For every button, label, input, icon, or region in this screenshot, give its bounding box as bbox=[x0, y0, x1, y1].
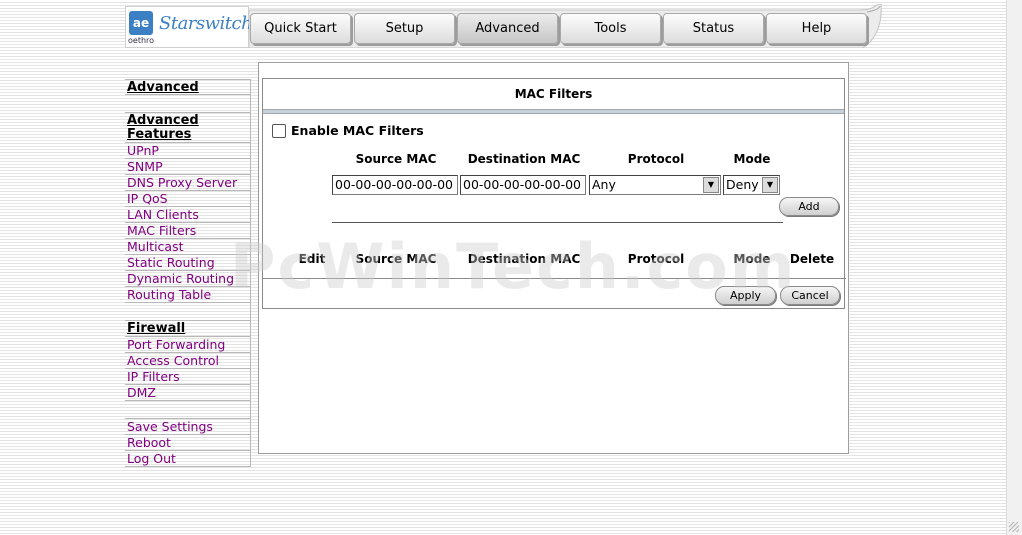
logo-mark: ae bbox=[129, 11, 153, 35]
sidebar-heading-firewall[interactable]: Firewall bbox=[125, 321, 251, 337]
sidebar-heading-advanced-features[interactable]: Advanced Features bbox=[125, 113, 251, 143]
sidebar-item-dns-proxy-server[interactable]: DNS Proxy Server bbox=[125, 175, 251, 191]
chevron-down-icon[interactable]: ▼ bbox=[762, 177, 778, 193]
sidebar-item-routing-table[interactable]: Routing Table bbox=[125, 287, 251, 303]
add-button[interactable]: Add bbox=[779, 197, 839, 216]
protocol-select-value: Any bbox=[592, 177, 616, 192]
top-navigation: Quick Start Setup Advanced Tools Status … bbox=[249, 4, 883, 48]
vertical-scrollbar[interactable] bbox=[1006, 0, 1022, 535]
sidebar-spacer bbox=[125, 401, 251, 419]
table-header-delete: Delete bbox=[789, 252, 835, 266]
table-header-edit: Edit bbox=[298, 252, 326, 266]
brand-logo: ae oethro Starswitch bbox=[125, 6, 253, 48]
tab-status[interactable]: Status bbox=[663, 13, 764, 44]
title-separator bbox=[263, 109, 844, 114]
sidebar-item-lan-clients[interactable]: LAN Clients bbox=[125, 207, 251, 223]
sidebar-item-port-forwarding[interactable]: Port Forwarding bbox=[125, 337, 251, 353]
sidebar-item-upnp[interactable]: UPnP bbox=[125, 143, 251, 159]
main-content: MAC Filters Enable MAC Filters Source MA… bbox=[258, 62, 849, 454]
enable-mac-filters-row: Enable MAC Filters bbox=[272, 123, 424, 138]
form-header-mode: Mode bbox=[733, 152, 771, 166]
table-header-mode: Mode bbox=[733, 252, 771, 266]
sidebar-item-save-settings[interactable]: Save Settings bbox=[125, 419, 251, 435]
form-header-destination-mac: Destination MAC bbox=[467, 152, 581, 166]
sidebar-item-dmz[interactable]: DMZ bbox=[125, 385, 251, 401]
tab-quick-start[interactable]: Quick Start bbox=[250, 13, 351, 44]
chevron-down-icon[interactable]: ▼ bbox=[703, 177, 719, 193]
sidebar-item-dynamic-routing[interactable]: Dynamic Routing bbox=[125, 271, 251, 287]
sidebar-item-reboot[interactable]: Reboot bbox=[125, 435, 251, 451]
sidebar-spacer bbox=[125, 303, 251, 321]
sidebar-item-log-out[interactable]: Log Out bbox=[125, 451, 251, 467]
logo-wordmark: Starswitch bbox=[159, 13, 253, 34]
mac-filters-panel: MAC Filters Enable MAC Filters Source MA… bbox=[262, 78, 846, 309]
tab-tools[interactable]: Tools bbox=[560, 13, 661, 44]
sidebar-menu: Advanced Advanced Features UPnP SNMP DNS… bbox=[125, 79, 251, 467]
sidebar-item-ip-qos[interactable]: IP QoS bbox=[125, 191, 251, 207]
logo-subtext: oethro bbox=[128, 36, 155, 45]
sidebar-heading-advanced[interactable]: Advanced bbox=[125, 79, 251, 95]
enable-mac-filters-checkbox[interactable] bbox=[272, 123, 286, 138]
tab-setup[interactable]: Setup bbox=[354, 13, 455, 44]
tab-advanced[interactable]: Advanced bbox=[457, 13, 558, 44]
apply-button[interactable]: Apply bbox=[715, 286, 776, 305]
sidebar-item-multicast[interactable]: Multicast bbox=[125, 239, 251, 255]
mode-select[interactable]: Deny ▼ bbox=[723, 175, 780, 195]
form-divider bbox=[332, 222, 783, 223]
sidebar-item-mac-filters[interactable]: MAC Filters bbox=[125, 223, 251, 239]
resize-grip-icon bbox=[1009, 522, 1019, 532]
sidebar-item-access-control[interactable]: Access Control bbox=[125, 353, 251, 369]
tab-help[interactable]: Help bbox=[766, 13, 867, 44]
sidebar-spacer bbox=[125, 95, 251, 113]
cancel-button[interactable]: Cancel bbox=[780, 286, 840, 305]
form-header-source-mac: Source MAC bbox=[355, 152, 437, 166]
table-divider bbox=[263, 278, 846, 279]
source-mac-input[interactable]: 00-00-00-00-00-00 bbox=[332, 175, 458, 195]
table-header-source-mac: Source MAC bbox=[355, 252, 437, 266]
sidebar-item-ip-filters[interactable]: IP Filters bbox=[125, 369, 251, 385]
table-header-protocol: Protocol bbox=[627, 252, 685, 266]
table-header-destination-mac: Destination MAC bbox=[467, 252, 581, 266]
destination-mac-input[interactable]: 00-00-00-00-00-00 bbox=[460, 175, 586, 195]
sidebar-item-static-routing[interactable]: Static Routing bbox=[125, 255, 251, 271]
protocol-select[interactable]: Any ▼ bbox=[589, 175, 721, 195]
enable-mac-filters-label[interactable]: Enable MAC Filters bbox=[291, 123, 424, 138]
page-title: MAC Filters bbox=[514, 87, 593, 101]
sidebar-item-snmp[interactable]: SNMP bbox=[125, 159, 251, 175]
mode-select-value: Deny bbox=[726, 177, 759, 192]
form-header-protocol: Protocol bbox=[627, 152, 685, 166]
